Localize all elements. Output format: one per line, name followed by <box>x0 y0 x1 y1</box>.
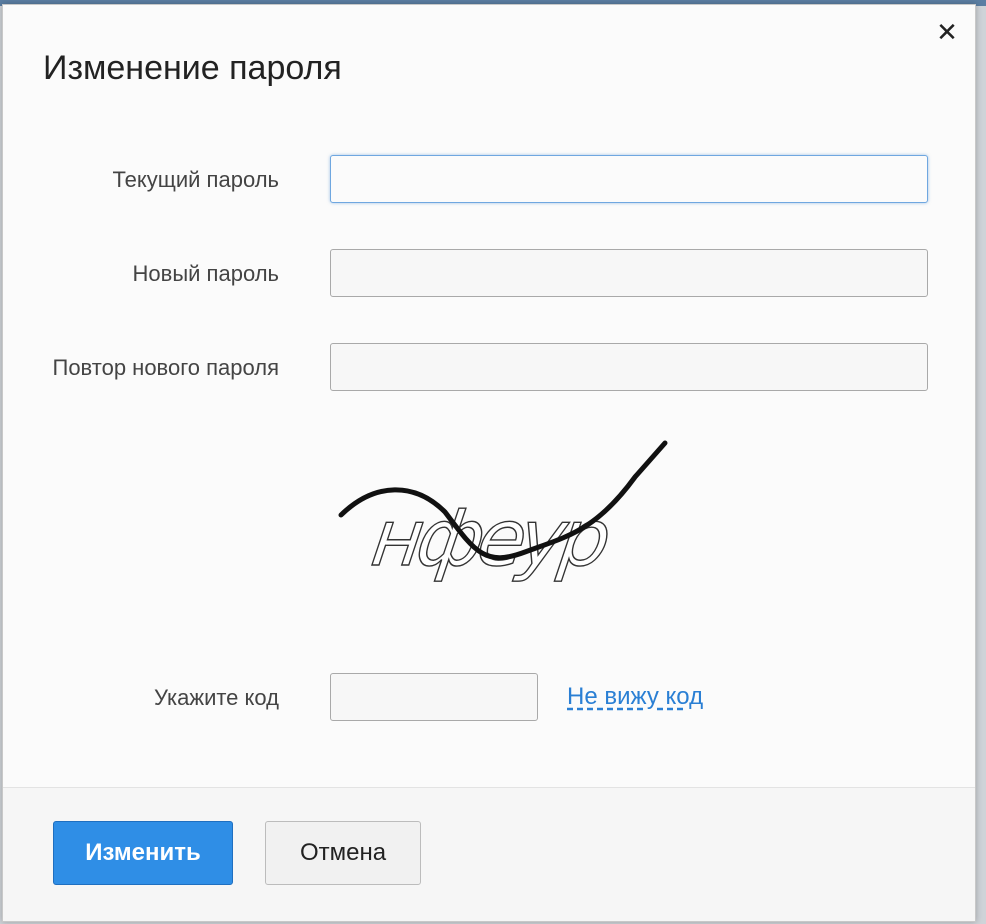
repeat-password-input[interactable] <box>330 343 928 391</box>
cancel-button[interactable]: Отмена <box>265 821 421 885</box>
captcha-code-row: Укажите код Не вижу код <box>3 673 975 723</box>
dialog-footer: Изменить Отмена <box>3 788 975 921</box>
close-icon[interactable]: ✕ <box>935 20 959 46</box>
new-password-row: Новый пароль <box>3 249 975 299</box>
submit-button[interactable]: Изменить <box>53 821 233 885</box>
cant-see-code-link[interactable]: Не вижу код <box>567 683 703 711</box>
current-password-label: Текущий пароль <box>112 167 279 192</box>
captcha-code-label: Укажите код <box>154 685 279 710</box>
dialog-title: Изменение пароля <box>43 49 342 87</box>
captcha-image: нфеур <box>338 440 668 585</box>
new-password-label: Новый пароль <box>132 261 279 286</box>
change-password-dialog: ✕ Изменение пароля Текущий пароль Новый … <box>2 4 976 922</box>
captcha-text: нфеур <box>366 493 613 584</box>
repeat-password-row: Повтор нового пароля <box>3 343 975 393</box>
current-password-row: Текущий пароль <box>3 155 975 205</box>
repeat-password-label: Повтор нового пароля <box>52 355 280 380</box>
captcha-code-input[interactable] <box>330 673 538 721</box>
new-password-input[interactable] <box>330 249 928 297</box>
current-password-input[interactable] <box>330 155 928 203</box>
